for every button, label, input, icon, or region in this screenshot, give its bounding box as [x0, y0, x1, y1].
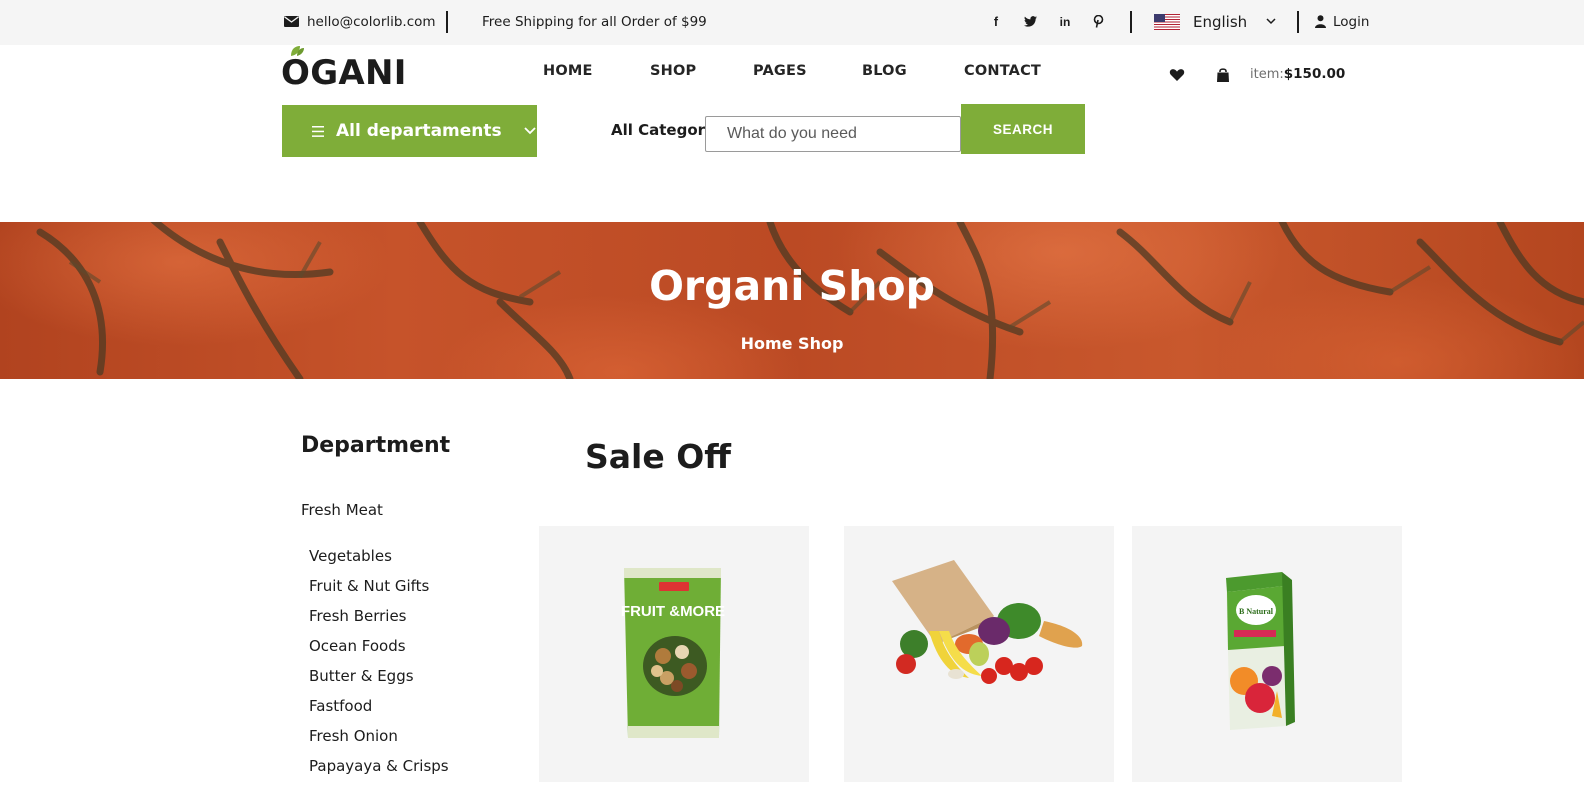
heart-icon[interactable]	[1169, 67, 1185, 83]
sidebar-item-butter-eggs[interactable]: Butter & Eggs	[309, 666, 449, 696]
breadcrumb[interactable]: Home Shop	[0, 334, 1584, 353]
sale-off-heading: Sale Off	[585, 437, 732, 476]
sidebar-item-fresh-onion[interactable]: Fresh Onion	[309, 726, 449, 756]
shipping-notice: Free Shipping for all Order of $99	[482, 13, 707, 30]
product-card[interactable]: FRUIT &MORE	[539, 526, 809, 782]
sidebar-item-fresh-berries[interactable]: Fresh Berries	[309, 606, 449, 636]
sidebar-item-ocean-foods[interactable]: Ocean Foods	[309, 636, 449, 666]
breadcrumb-banner: Organi Shop Home Shop	[0, 222, 1584, 379]
language-selector[interactable]: English	[1154, 0, 1276, 43]
pack-label-text: FRUIT &MORE	[621, 603, 725, 620]
topbar-divider	[446, 11, 448, 33]
chevron-down-icon	[524, 127, 536, 135]
sidebar-item-fastfood[interactable]: Fastfood	[309, 696, 449, 726]
nav-contact[interactable]: CONTACT	[964, 63, 1041, 79]
sidebar-item-vegetables[interactable]: Vegetables	[309, 546, 449, 576]
shopping-bag-icon[interactable]	[1215, 67, 1231, 83]
department-heading: Department	[301, 433, 451, 458]
twitter-icon[interactable]	[1024, 0, 1037, 43]
cart-total-label: item:	[1250, 67, 1284, 82]
menu-icon	[312, 125, 324, 137]
user-icon	[1315, 15, 1326, 28]
login-label: Login	[1333, 13, 1370, 30]
us-flag-icon	[1154, 13, 1180, 30]
topbar-divider	[1297, 11, 1299, 33]
nav-pages[interactable]: PAGES	[753, 63, 807, 79]
sidebar-item-fruit-nut-gifts[interactable]: Fruit & Nut Gifts	[309, 576, 449, 606]
nav-blog[interactable]: BLOG	[862, 63, 907, 79]
search-input[interactable]	[705, 116, 961, 152]
pack-label-text: B Natural	[1239, 607, 1274, 616]
envelope-icon	[284, 16, 299, 27]
cart-total: item:$150.00	[1250, 66, 1345, 82]
all-departments-button[interactable]: All departaments	[282, 105, 537, 157]
topbar-divider	[1130, 11, 1132, 33]
fruit-and-nut-pack-image: FRUIT &MORE	[621, 568, 725, 738]
nav-home[interactable]: HOME	[543, 63, 593, 79]
sidebar-item-fresh-meat[interactable]: Fresh Meat	[301, 501, 383, 519]
all-departments-label: All departaments	[336, 121, 502, 141]
login-link[interactable]: Login	[1315, 0, 1369, 43]
department-list: Vegetables Fruit & Nut Gifts Fresh Berri…	[309, 546, 449, 786]
facebook-icon[interactable]: f	[989, 0, 1003, 43]
chevron-down-icon	[1266, 18, 1276, 25]
cart-total-amount: $150.00	[1283, 66, 1346, 82]
product-card[interactable]: B Natural	[1132, 526, 1402, 782]
pinterest-icon[interactable]	[1093, 0, 1104, 43]
mixed-fruit-juice-image: B Natural	[1226, 572, 1295, 730]
page-title: Organi Shop	[649, 262, 935, 310]
product-card[interactable]	[844, 526, 1114, 782]
linkedin-icon[interactable]: in	[1058, 0, 1072, 43]
language-label: English	[1193, 12, 1248, 31]
search-button[interactable]: SEARCH	[961, 104, 1085, 154]
email-contact: hello@colorlib.com	[284, 0, 436, 43]
grocery-bag-image	[892, 560, 1083, 684]
top-bar: hello@colorlib.com Free Shipping for all…	[0, 0, 1584, 45]
email-text: hello@colorlib.com	[307, 13, 436, 30]
nav-shop[interactable]: SHOP	[650, 63, 696, 79]
site-logo[interactable]: OGANI	[281, 55, 407, 91]
